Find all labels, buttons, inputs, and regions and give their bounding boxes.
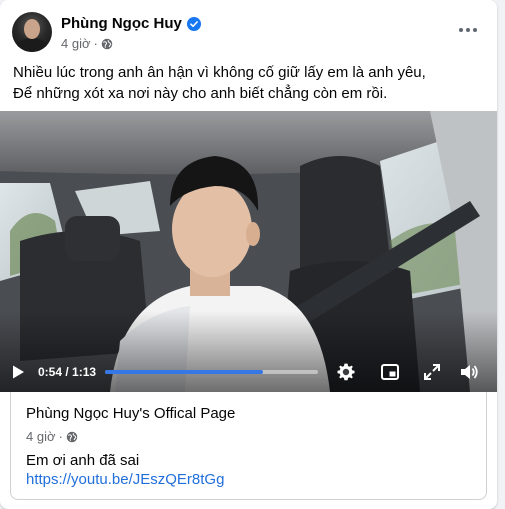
play-icon[interactable] <box>10 364 26 380</box>
post-message-line-2: Để những xót xa nơi này cho anh biết chẳ… <box>13 85 388 102</box>
meta-separator: · <box>58 429 63 444</box>
post-card: Phùng Ngọc Huy 4 giờ · Nhiều lúc trong a… <box>0 0 497 509</box>
post-timestamp[interactable]: 4 giờ <box>61 36 91 51</box>
post-message: Nhiều lúc trong anh ân hận vì không cố g… <box>13 62 483 104</box>
link-preview-meta: 4 giờ · <box>26 429 78 444</box>
link-preview-text: Em ơi anh đã sai <box>26 452 140 469</box>
post-message-line-1: Nhiều lúc trong anh ân hận vì không cố g… <box>13 64 426 81</box>
author-name-row: Phùng Ngọc Huy <box>61 15 201 32</box>
author-avatar[interactable] <box>12 12 52 52</box>
post-header: Phùng Ngọc Huy 4 giờ · <box>12 12 492 56</box>
video-controls: 0:54 / 1:13 <box>0 352 497 392</box>
fullscreen-icon[interactable] <box>422 362 442 382</box>
video-time: 0:54 / 1:13 <box>38 365 97 379</box>
meta-separator: · <box>93 36 98 51</box>
link-preview-url[interactable]: https://youtu.be/JEszQEr8tGg <box>26 471 224 488</box>
gear-icon[interactable] <box>336 362 356 382</box>
video-player[interactable]: 0:54 / 1:13 <box>0 111 497 392</box>
link-preview-timestamp[interactable]: 4 giờ <box>26 429 56 444</box>
more-options-icon[interactable] <box>454 18 482 42</box>
link-preview[interactable]: Phùng Ngọc Huy's Offical Page 4 giờ · Em… <box>10 392 487 500</box>
video-frame <box>0 111 497 392</box>
globe-icon[interactable] <box>101 38 113 50</box>
globe-icon[interactable] <box>66 431 78 443</box>
link-preview-title[interactable]: Phùng Ngọc Huy's Offical Page <box>26 405 235 422</box>
picture-in-picture-icon[interactable] <box>380 362 400 382</box>
video-progress-bar[interactable] <box>105 370 318 374</box>
verified-badge-icon <box>186 16 201 31</box>
post-meta: 4 giờ · <box>61 36 113 51</box>
author-name[interactable]: Phùng Ngọc Huy <box>61 15 182 32</box>
volume-icon[interactable] <box>459 362 479 382</box>
video-progress-fill <box>105 370 263 374</box>
